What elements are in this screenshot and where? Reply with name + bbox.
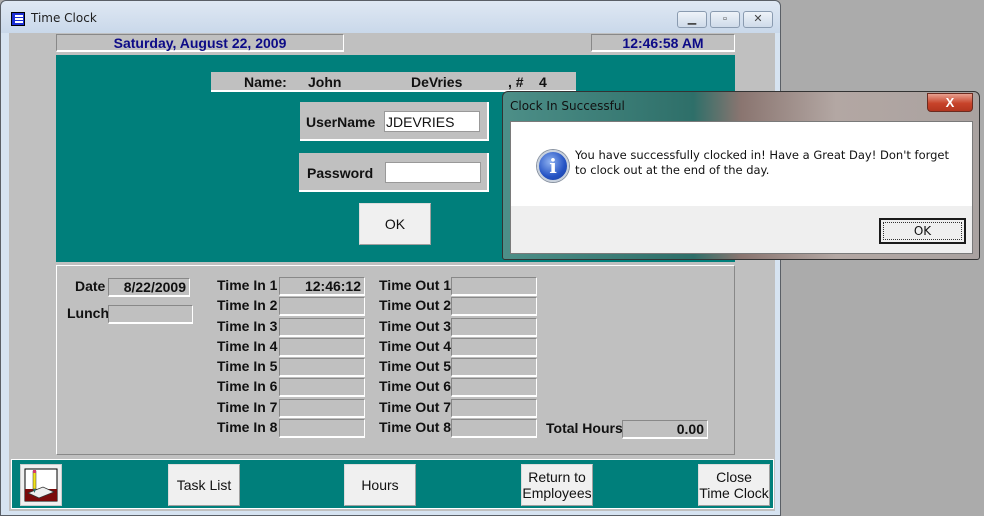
time-out-label: Time Out 8 xyxy=(379,419,452,435)
employee-number-label: , # xyxy=(508,74,524,90)
close-icon: X xyxy=(945,95,955,110)
title-bar[interactable]: Time Clock ▁ ▫ ✕ xyxy=(1,1,780,33)
time-out-label: Time Out 6 xyxy=(379,378,452,394)
dialog-close-button[interactable]: X xyxy=(927,93,973,112)
return-to-employees-button[interactable]: Return to Employees xyxy=(521,464,593,506)
password-label: Password xyxy=(307,165,374,181)
minimize-button[interactable]: ▁ xyxy=(677,11,707,28)
close-icon: ✕ xyxy=(753,13,763,25)
dialog-ok-button[interactable]: OK xyxy=(879,218,966,244)
time-in-field xyxy=(279,378,365,397)
time-in-label: Time In 7 xyxy=(217,399,278,415)
dialog-title: Clock In Successful xyxy=(510,99,625,113)
time-out-field xyxy=(451,378,537,397)
time-out-field xyxy=(451,318,537,337)
clock-in-dialog: Clock In Successful X i You have success… xyxy=(502,91,980,260)
lunch-label: Lunch xyxy=(67,305,109,321)
time-in-label: Time In 2 xyxy=(217,297,278,313)
time-out-field xyxy=(451,419,537,438)
employee-number: 4 xyxy=(539,74,547,90)
timesheet-panel: Date 8/22/2009 Lunch Time In 112:46:12 A… xyxy=(56,265,735,455)
time-out-field xyxy=(451,399,537,418)
dialog-message-area: i You have successfully clocked in! Have… xyxy=(511,122,972,206)
dialog-message: You have successfully clocked in! Have a… xyxy=(575,148,950,177)
time-in-label: Time In 3 xyxy=(217,318,278,334)
close-label-line2: Time Clock xyxy=(699,485,769,501)
time-in-label: Time In 8 xyxy=(217,419,278,435)
return-label-line1: Return to xyxy=(528,469,586,485)
maximize-button[interactable]: ▫ xyxy=(710,11,740,28)
time-out-field xyxy=(451,358,537,377)
minimize-icon: ▁ xyxy=(687,13,697,25)
time-in-label: Time In 5 xyxy=(217,358,278,374)
time-out-label: Time Out 4 xyxy=(379,338,452,354)
password-group: Password xyxy=(299,153,489,192)
time-out-label: Time Out 2 xyxy=(379,297,452,313)
time-in-field xyxy=(279,399,365,418)
time-out-field xyxy=(451,277,537,296)
bottom-toolbar: Task List Hours Return to Employees Clos… xyxy=(11,459,774,509)
employee-name-bar: Name: John DeVries , # 4 xyxy=(211,72,576,92)
time-in-label: Time In 4 xyxy=(217,338,278,354)
close-label-line1: Close xyxy=(716,469,752,485)
time-out-label: Time Out 1 xyxy=(379,277,452,293)
time-in-field: 12:46:12 AM xyxy=(279,277,365,310)
time-in-field xyxy=(279,358,365,377)
task-list-button[interactable]: Task List xyxy=(168,464,240,506)
time-out-field xyxy=(451,297,537,316)
pencil-notepad-icon[interactable] xyxy=(20,464,62,506)
date-field: 8/22/2009 xyxy=(108,278,190,297)
time-in-field xyxy=(279,338,365,357)
close-button[interactable]: ✕ xyxy=(743,11,773,28)
dialog-body: i You have successfully clocked in! Have… xyxy=(510,121,973,254)
username-label: UserName xyxy=(306,114,376,130)
clock-display: 12:46:58 AM xyxy=(591,34,735,52)
total-hours-label: Total Hours xyxy=(546,420,623,436)
time-in-field xyxy=(279,419,365,438)
login-ok-button[interactable]: OK xyxy=(359,203,431,245)
first-name: John xyxy=(308,74,342,90)
time-out-label: Time Out 3 xyxy=(379,318,452,334)
password-input[interactable] xyxy=(385,162,481,183)
maximize-icon: ▫ xyxy=(723,13,727,25)
time-out-label: Time Out 5 xyxy=(379,358,452,374)
time-in-field xyxy=(279,297,365,316)
username-group: UserName xyxy=(300,102,489,141)
time-out-field xyxy=(451,338,537,357)
last-name: DeVries xyxy=(411,74,463,90)
total-hours-field: 0.00 xyxy=(622,420,708,439)
date-display: Saturday, August 22, 2009 xyxy=(56,34,344,52)
time-out-label: Time Out 7 xyxy=(379,399,452,415)
lunch-field xyxy=(108,305,193,324)
return-label-line2: Employees xyxy=(522,485,592,501)
close-time-clock-button[interactable]: Close Time Clock xyxy=(698,464,770,506)
info-icon: i xyxy=(537,150,569,182)
time-in-field xyxy=(279,318,365,337)
hours-button[interactable]: Hours xyxy=(344,464,416,506)
date-label: Date xyxy=(75,278,106,294)
time-in-label: Time In 1 xyxy=(217,277,278,293)
form-list-icon xyxy=(11,12,25,26)
name-label: Name: xyxy=(244,74,287,90)
window-title: Time Clock xyxy=(31,11,97,25)
username-input[interactable] xyxy=(384,111,480,132)
time-in-label: Time In 6 xyxy=(217,378,278,394)
